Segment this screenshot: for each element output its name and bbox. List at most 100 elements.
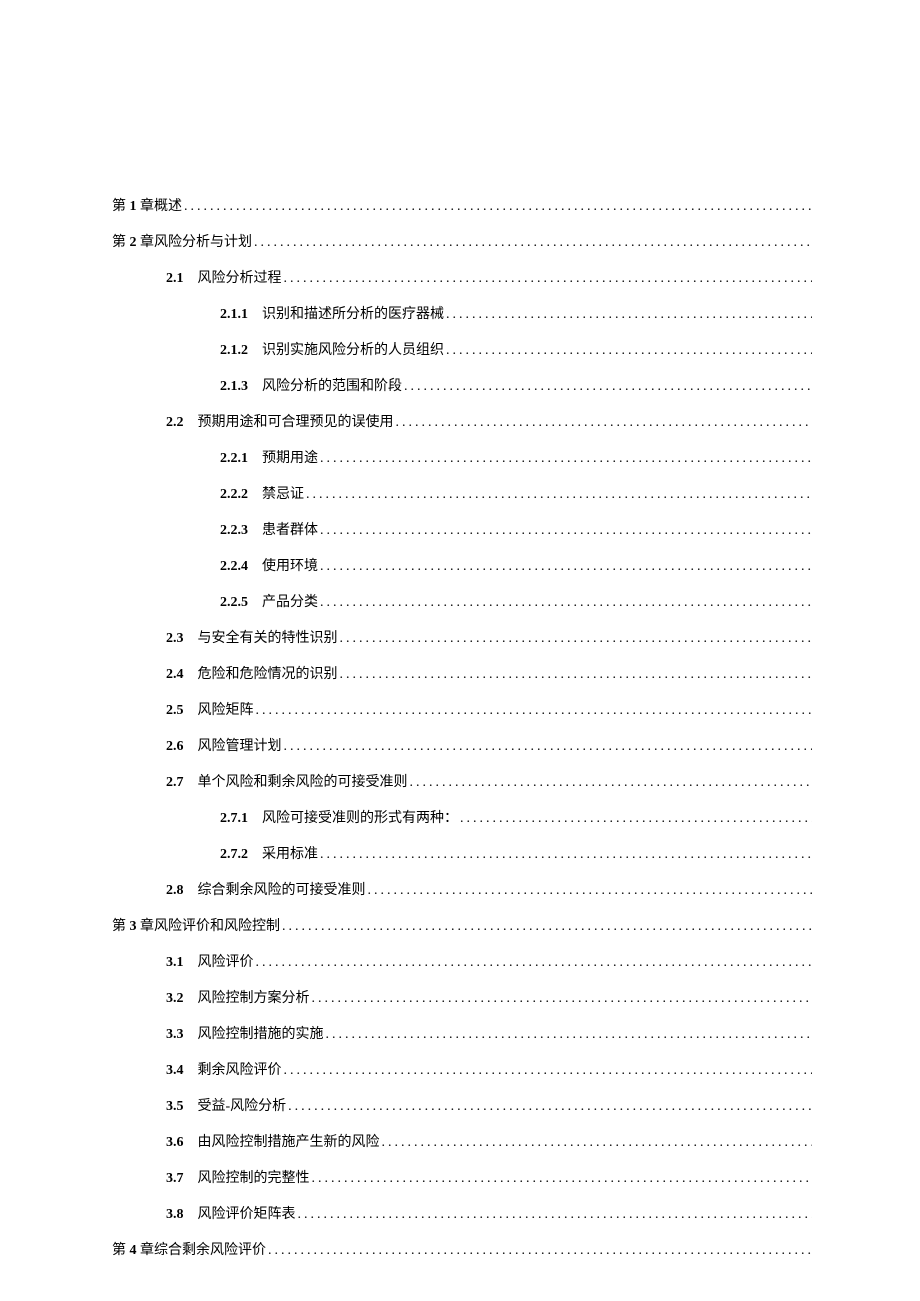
toc-entry-number: 2.8: [166, 883, 184, 899]
toc-entry-title: 使用环境: [262, 555, 318, 575]
toc-entry: 3.4剩余风险评价: [112, 1059, 812, 1079]
toc-entry-title: 患者群体: [262, 519, 318, 539]
toc-entry-title: 与安全有关的特性识别: [198, 627, 338, 647]
toc-entry-number: 2.5: [166, 703, 184, 719]
toc-chapter-prefix: 第: [112, 1243, 130, 1258]
toc-entry-title: 识别实施风险分析的人员组织: [262, 339, 444, 359]
toc-dot-leader: [444, 307, 812, 323]
toc-dot-leader: [318, 559, 812, 575]
toc-entry: 2.1.3 风险分析的范围和阶段: [112, 375, 812, 395]
toc-entry-title: 风险可接受准则的形式有两种：: [262, 807, 458, 827]
toc-entry: 2.1.1 识别和描述所分析的医疗器械: [112, 303, 812, 323]
toc-entry: 2.7 单个风险和剩余风险的可接受准则: [112, 771, 812, 791]
toc-entry-number: 3.7: [166, 1171, 184, 1187]
toc-entry: 2.1 风险分析过程: [112, 267, 812, 287]
toc-entry-title: 单个风险和剩余风险的可接受准则: [198, 771, 408, 791]
table-of-contents: 第 1 章概述第 2 章风险分析与计划 2.1 风险分析过程 2.1.1 识别和描述所分…: [112, 195, 812, 1259]
toc-entry-title: 风险管理计划: [198, 735, 282, 755]
toc-entry-title: 由风险控制措施产生新的风险: [198, 1131, 380, 1151]
toc-chapter-prefix: 第: [112, 919, 130, 934]
toc-entry-number: 3.2: [166, 991, 184, 1007]
toc-chapter-prefix: 第: [112, 235, 130, 250]
toc-entry: 3.8 风险评价矩阵表: [112, 1203, 812, 1223]
toc-entry: 3.2 风险控制方案分析: [112, 987, 812, 1007]
toc-entry-number: 2.1.1: [220, 307, 248, 323]
toc-dot-leader: [282, 1063, 813, 1079]
toc-entry: 3.7 风险控制的完整性: [112, 1167, 812, 1187]
toc-entry-title: 风险分析的范围和阶段: [262, 375, 402, 395]
toc-entry: 第 3 章风险评价和风险控制: [112, 915, 812, 935]
toc-entry-number: 2.2.2: [220, 487, 248, 503]
toc-entry: 2.8 综合剩余风险的可接受准则: [112, 879, 812, 899]
toc-dot-leader: [324, 1027, 813, 1043]
toc-entry-number: 2.7: [166, 775, 184, 791]
toc-dot-leader: [402, 379, 812, 395]
toc-entry-number: 2.1.2: [220, 343, 248, 359]
toc-dot-leader: [366, 883, 813, 899]
toc-dot-leader: [318, 523, 812, 539]
toc-chapter-label: 第 1 章概述: [112, 195, 182, 215]
toc-dot-leader: [286, 1099, 812, 1115]
toc-entry-number: 2.2.1: [220, 451, 248, 467]
toc-entry-title: 识别和描述所分析的医疗器械: [262, 303, 444, 323]
toc-entry-title: 风险评价矩阵表: [198, 1203, 296, 1223]
toc-entry-number: 2.6: [166, 739, 184, 755]
toc-dot-leader: [338, 631, 813, 647]
toc-entry: 2.3 与安全有关的特性识别: [112, 627, 812, 647]
toc-dot-leader: [280, 919, 812, 935]
toc-entry: 2.2 预期用途和可合理预见的误使用: [112, 411, 812, 431]
toc-entry-number: 2.2.3: [220, 523, 248, 539]
toc-entry-number: 2.2.5: [220, 595, 248, 611]
toc-entry-title: 产品分类: [262, 591, 318, 611]
toc-entry-number: 2.2.4: [220, 559, 248, 575]
toc-entry: 2.7.2采用标准: [112, 843, 812, 863]
toc-entry-title: 预期用途: [262, 447, 318, 467]
toc-dot-leader: [254, 955, 813, 971]
toc-entry-title: 预期用途和可合理预见的误使用: [198, 411, 394, 431]
toc-chapter-label: 第 4 章综合剩余风险评价: [112, 1239, 266, 1259]
toc-entry-title: 风险分析过程: [198, 267, 282, 287]
toc-entry: 3.3 风险控制措施的实施: [112, 1023, 812, 1043]
toc-entry: 3.1风险评价: [112, 951, 812, 971]
toc-entry: 2.5风险矩阵: [112, 699, 812, 719]
toc-entry-number: 2.7.1: [220, 811, 248, 827]
toc-dot-leader: [296, 1207, 813, 1223]
toc-chapter-suffix: 章风险分析与计划: [137, 235, 253, 250]
toc-entry: 3.6 由风险控制措施产生新的风险: [112, 1131, 812, 1151]
toc-entry-number: 2.2: [166, 415, 184, 431]
toc-entry: 2.2.3 患者群体: [112, 519, 812, 539]
toc-entry: 2.6 风险管理计划: [112, 735, 812, 755]
toc-entry: 3.5 受益-风险分析: [112, 1095, 812, 1115]
toc-entry-number: 2.4: [166, 667, 184, 683]
toc-entry-number: 2.3: [166, 631, 184, 647]
toc-entry-title: 风险控制的完整性: [198, 1167, 310, 1187]
toc-entry-number: 3.3: [166, 1027, 184, 1043]
toc-dot-leader: [318, 595, 812, 611]
toc-entry-number: 3.1: [166, 955, 184, 971]
toc-entry-number: 3.5: [166, 1099, 184, 1115]
toc-dot-leader: [182, 199, 812, 215]
toc-entry-title: 综合剩余风险的可接受准则: [198, 879, 366, 899]
toc-dot-leader: [318, 451, 812, 467]
toc-dot-leader: [394, 415, 813, 431]
toc-entry-number: 2.1.3: [220, 379, 248, 395]
toc-entry-number: 2.1: [166, 271, 184, 287]
toc-chapter-number: 3: [130, 919, 137, 934]
toc-entry-title: 受益-风险分析: [198, 1095, 287, 1115]
toc-entry: 2.7.1 风险可接受准则的形式有两种：: [112, 807, 812, 827]
toc-chapter-prefix: 第: [112, 199, 130, 214]
toc-dot-leader: [266, 1243, 812, 1259]
toc-entry-number: 3.8: [166, 1207, 184, 1223]
toc-entry: 2.2.2禁忌证: [112, 483, 812, 503]
toc-dot-leader: [310, 1171, 813, 1187]
toc-dot-leader: [310, 991, 813, 1007]
toc-entry-title: 风险控制措施的实施: [198, 1023, 324, 1043]
toc-dot-leader: [282, 271, 813, 287]
toc-entry-number: 3.6: [166, 1135, 184, 1151]
toc-entry: 2.2.1 预期用途: [112, 447, 812, 467]
toc-entry: 第 2 章风险分析与计划: [112, 231, 812, 251]
toc-entry-title: 剩余风险评价: [198, 1059, 282, 1079]
toc-dot-leader: [380, 1135, 813, 1151]
toc-chapter-number: 1: [130, 199, 137, 214]
toc-entry-title: 风险控制方案分析: [198, 987, 310, 1007]
